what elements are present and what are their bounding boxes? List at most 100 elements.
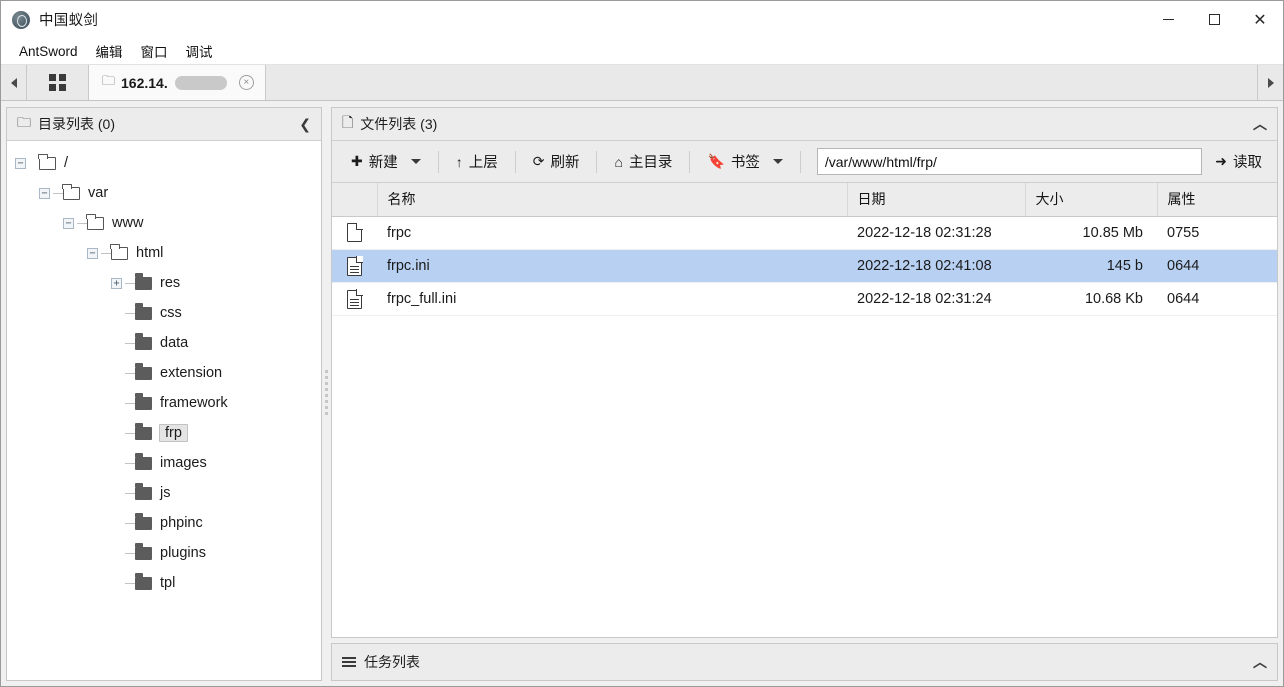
- column-header-icon: [332, 183, 378, 217]
- column-header-name[interactable]: 名称: [377, 183, 848, 217]
- tree-item-www[interactable]: − www: [7, 208, 321, 238]
- refresh-button-label: 刷新: [550, 155, 580, 171]
- column-header-attr[interactable]: 属性: [1157, 183, 1277, 217]
- tab-redacted-block: [174, 75, 227, 90]
- tab-scroll-left-button[interactable]: [1, 65, 27, 100]
- maximize-button[interactable]: [1191, 1, 1237, 38]
- folder-icon: [135, 573, 152, 590]
- file-name-cell: frpc_full.ini: [377, 282, 847, 316]
- tree-item-res[interactable]: + res: [7, 268, 321, 298]
- minimize-button[interactable]: [1145, 1, 1191, 38]
- table-row[interactable]: frpc_full.ini 2022-12-18 02:31:24 10.68 Kb…: [332, 282, 1277, 316]
- tab-bar: 🗀 162.14. ×: [1, 65, 1283, 101]
- collapse-icon[interactable]: −: [15, 157, 26, 169]
- tree-item-css[interactable]: css: [7, 298, 321, 328]
- file-text-icon: [347, 289, 363, 309]
- tab-session-162[interactable]: 🗀 162.14. ×: [89, 65, 266, 100]
- tree-item-var[interactable]: − var: [7, 178, 321, 208]
- directory-collapse-button[interactable]: ❮: [299, 116, 311, 133]
- tree-item-frp[interactable]: frp: [7, 418, 321, 448]
- expand-icon[interactable]: +: [111, 277, 122, 289]
- tree-connector-line: [125, 462, 135, 464]
- file-size-cell: 145 b: [1025, 249, 1157, 283]
- file-panel-collapse-button[interactable]: ︿: [1253, 114, 1267, 134]
- app-window: 中国蚁剑 ✕ AntSword 编辑 窗口 调试 🗀 162.14. × 🗀 目…: [0, 0, 1284, 687]
- tree-connector-line: [125, 372, 135, 374]
- file-table-body: frpc 2022-12-18 02:31:28 10.85 Mb 0755 frpc.…: [332, 216, 1277, 316]
- title-bar: 中国蚁剑 ✕: [1, 1, 1283, 38]
- collapse-icon[interactable]: −: [63, 217, 74, 229]
- new-button[interactable]: ✚ 新建: [342, 146, 430, 177]
- task-panel-collapse-button[interactable]: ︿: [1253, 652, 1267, 672]
- file-icon: 🗋: [342, 114, 354, 130]
- menu-item-antsword[interactable]: AntSword: [10, 41, 87, 62]
- toolbar-separator: [596, 150, 598, 173]
- tree-item-extension[interactable]: extension: [7, 358, 321, 388]
- column-header-date[interactable]: 日期: [847, 183, 1026, 217]
- tree-connector-line: [29, 163, 39, 164]
- tree-connector-line: [125, 432, 135, 434]
- file-name-cell: frpc: [377, 216, 847, 250]
- tree-item-[interactable]: − /: [7, 148, 321, 178]
- bookmark-button[interactable]: 🔖 书签: [698, 146, 791, 177]
- plus-circle-icon: ✚: [351, 153, 363, 169]
- tree-connector-line: [125, 342, 135, 344]
- folder-icon: [135, 363, 152, 380]
- table-row[interactable]: frpc 2022-12-18 02:31:28 10.85 Mb 0755: [332, 216, 1277, 250]
- file-row-icon-cell: [332, 216, 377, 250]
- tree-item-js[interactable]: js: [7, 478, 321, 508]
- bookmark-icon: 🔖: [707, 153, 725, 169]
- read-button[interactable]: ➜ 读取: [1208, 146, 1269, 177]
- chevron-down-icon[interactable]: [410, 159, 421, 164]
- tree-item-label: plugins: [160, 545, 206, 561]
- tree-connector-line: [101, 252, 111, 254]
- panel-splitter[interactable]: [322, 107, 331, 681]
- path-input[interactable]: [816, 148, 1203, 175]
- chevron-down-icon[interactable]: [772, 159, 783, 164]
- file-table-body-scroll[interactable]: frpc 2022-12-18 02:31:28 10.85 Mb 0755 frpc.…: [332, 216, 1277, 637]
- folder-open-icon: [38, 153, 56, 170]
- refresh-icon: ⟳: [532, 153, 545, 169]
- file-panel-header: 🗋 文件列表 (3) ︿: [332, 108, 1277, 141]
- tree-item-tpl[interactable]: tpl: [7, 568, 321, 598]
- file-panel-title: 文件列表 (3): [360, 116, 438, 132]
- folder-icon: [135, 513, 152, 530]
- column-header-size[interactable]: 大小: [1025, 183, 1158, 217]
- tab-close-icon[interactable]: ×: [238, 75, 254, 90]
- menu-item-debug[interactable]: 调试: [177, 38, 222, 64]
- menu-item-window[interactable]: 窗口: [132, 38, 177, 64]
- file-blank-icon: [347, 222, 363, 243]
- up-button[interactable]: ↑ 上层: [447, 146, 507, 177]
- table-row[interactable]: frpc.ini 2022-12-18 02:41:08 145 b 0644: [332, 249, 1277, 283]
- file-table-body-wrap: frpc 2022-12-18 02:31:28 10.85 Mb 0755 frpc.…: [332, 216, 1277, 316]
- tree-item-phpinc[interactable]: phpinc: [7, 508, 321, 538]
- home-button[interactable]: ⌂ 主目录: [605, 146, 681, 177]
- folder-icon: [135, 303, 152, 320]
- toolbar-separator: [514, 150, 516, 173]
- grid-view-button[interactable]: [27, 65, 89, 100]
- tree-item-html[interactable]: − html: [7, 238, 321, 268]
- folder-icon: [135, 483, 152, 500]
- folder-icon: [135, 543, 152, 560]
- tree-item-label: extension: [160, 365, 223, 381]
- file-date-cell: 2022-12-18 02:31:28: [847, 216, 1025, 250]
- tree-connector-line: [125, 492, 135, 494]
- directory-tree[interactable]: − / − var − www − html + res css data extension frame…: [7, 141, 321, 680]
- collapse-icon[interactable]: −: [87, 247, 98, 259]
- tree-item-label: css: [160, 305, 182, 321]
- close-button[interactable]: ✕: [1237, 1, 1283, 38]
- tab-scroll-right-button[interactable]: [1257, 65, 1283, 100]
- tree-item-label: var: [88, 185, 109, 201]
- directory-panel-header: 🗀 目录列表 (0) ❮: [7, 108, 321, 141]
- menu-item-edit[interactable]: 编辑: [87, 38, 132, 64]
- task-panel-title: 任务列表: [364, 654, 420, 670]
- tree-item-images[interactable]: images: [7, 448, 321, 478]
- refresh-button[interactable]: ⟳ 刷新: [524, 146, 589, 177]
- tree-item-framework[interactable]: framework: [7, 388, 321, 418]
- tree-item-data[interactable]: data: [7, 328, 321, 358]
- tree-item-plugins[interactable]: plugins: [7, 538, 321, 568]
- toolbar-separator: [799, 150, 801, 173]
- directory-panel: 🗀 目录列表 (0) ❮ − / − var − www − html + res css data e…: [6, 107, 322, 681]
- tree-item-label: images: [160, 455, 207, 471]
- collapse-icon[interactable]: −: [39, 187, 50, 199]
